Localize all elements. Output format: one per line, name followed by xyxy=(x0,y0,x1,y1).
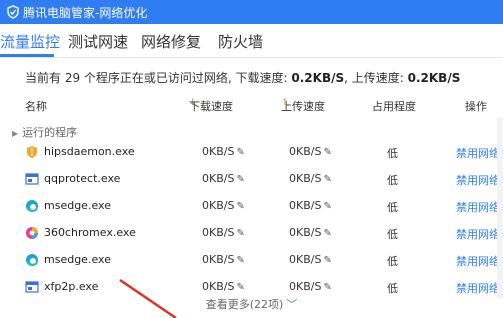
summary-mid: , 上传速度: xyxy=(344,71,408,85)
usage-level: 低 xyxy=(387,228,398,241)
upload-value: 0KB/S xyxy=(289,253,322,266)
window-icon xyxy=(25,172,39,186)
download-speed[interactable]: 0KB/S ✎ xyxy=(202,172,245,185)
table-header: 名称 ↓ 下载速度 ↑ 上传速度 占用程度 操作 xyxy=(0,98,503,114)
download-speed[interactable]: 0KB/S ✎ xyxy=(202,226,245,239)
edge-icon xyxy=(25,199,39,213)
table-row: 360chromex.exe 0KB/S ✎ 0KB/S ✎ 低 禁用网络 xyxy=(0,221,503,247)
upload-speed[interactable]: 0KB/S ✎ xyxy=(289,253,332,266)
tab-speed-test[interactable]: 测试网速 xyxy=(68,31,128,52)
title-bar: 腾讯电脑管家-网络优化 xyxy=(0,0,503,24)
disable-network-link[interactable]: 禁用网络 xyxy=(456,280,500,296)
table-row: msedge.exe 0KB/S ✎ 0KB/S ✎ 低 禁用网络 xyxy=(0,194,503,220)
edit-pencil-icon[interactable]: ✎ xyxy=(323,174,331,185)
upload-value: 0KB/S xyxy=(289,280,322,293)
tencent-shield-icon xyxy=(6,5,20,19)
edit-pencil-icon[interactable]: ✎ xyxy=(323,201,331,212)
download-value: 0KB/S xyxy=(202,199,235,212)
column-download-label: 下载速度 xyxy=(189,100,233,113)
window-icon xyxy=(25,280,39,294)
edit-pencil-icon[interactable]: ✎ xyxy=(236,174,244,185)
upload-value: 0KB/S xyxy=(289,172,322,185)
usage-level: 低 xyxy=(387,174,398,187)
group-running-programs[interactable]: ▶ 运行的程序 xyxy=(12,124,77,140)
tab-firewall[interactable]: 防火墙 xyxy=(218,31,263,52)
usage-level: 低 xyxy=(387,255,398,268)
upload-speed[interactable]: 0KB/S ✎ xyxy=(289,280,332,293)
edit-pencil-icon[interactable]: ✎ xyxy=(236,255,244,266)
process-name: qqprotect.exe xyxy=(44,172,121,185)
disable-network-link[interactable]: 禁用网络 xyxy=(456,226,500,242)
download-value: 0KB/S xyxy=(202,280,235,293)
download-speed[interactable]: 0KB/S ✎ xyxy=(202,253,245,266)
table-row: hipsdaemon.exe 0KB/S ✎ 0KB/S ✎ 低 禁用网络 xyxy=(0,140,503,166)
tab-network-repair[interactable]: 网络修复 xyxy=(141,31,201,52)
upload-speed[interactable]: 0KB/S ✎ xyxy=(289,145,332,158)
download-value: 0KB/S xyxy=(202,172,235,185)
edit-pencil-icon[interactable]: ✎ xyxy=(236,147,244,158)
edit-pencil-icon[interactable]: ✎ xyxy=(236,282,244,293)
edit-pencil-icon[interactable]: ✎ xyxy=(323,147,331,158)
column-upload-label: 上传速度 xyxy=(281,100,325,113)
usage-level: 低 xyxy=(387,282,398,295)
group-label: 运行的程序 xyxy=(22,126,78,139)
upload-speed[interactable]: 0KB/S ✎ xyxy=(289,226,332,239)
edit-pencil-icon[interactable]: ✎ xyxy=(323,282,331,293)
show-more-button[interactable]: 查看更多(22项) ﹀ xyxy=(0,296,503,318)
column-name[interactable]: 名称 xyxy=(25,98,47,114)
process-name: xfp2p.exe xyxy=(44,280,99,293)
download-speed[interactable]: 0KB/S ✎ xyxy=(202,145,245,158)
upload-value: 0KB/S xyxy=(289,145,322,158)
column-action: 操作 xyxy=(465,100,487,113)
shield-icon xyxy=(25,145,39,159)
tab-traffic-monitor[interactable]: 流量监控 xyxy=(0,31,60,52)
show-more-label: 查看更多(22项) xyxy=(205,298,284,311)
upload-speed[interactable]: 0KB/S ✎ xyxy=(289,172,332,185)
traffic-summary: 当前有 29 个程序正在或已访问过网络, 下载速度: 0.2KB/S, 上传速度… xyxy=(25,69,460,86)
edit-pencil-icon[interactable]: ✎ xyxy=(323,255,331,266)
edge-icon xyxy=(25,253,39,267)
download-speed[interactable]: 0KB/S ✎ xyxy=(202,199,245,212)
process-name: msedge.exe xyxy=(44,199,111,212)
edit-pencil-icon[interactable]: ✎ xyxy=(236,228,244,239)
summary-prefix: 当前有 29 个程序正在或已访问过网络, 下载速度: xyxy=(25,71,292,85)
process-name: hipsdaemon.exe xyxy=(44,145,135,158)
disable-network-link[interactable]: 禁用网络 xyxy=(456,253,500,269)
chevron-down-icon: ﹀ xyxy=(286,298,298,311)
browser-360-icon xyxy=(25,226,39,240)
summary-upload-speed: 0.2KB/S xyxy=(407,71,461,85)
disable-network-link[interactable]: 禁用网络 xyxy=(456,199,500,215)
edit-pencil-icon[interactable]: ✎ xyxy=(236,201,244,212)
expand-caret-icon: ▶ xyxy=(12,129,19,138)
summary-download-speed: 0.2KB/S xyxy=(291,71,345,85)
download-speed[interactable]: 0KB/S ✎ xyxy=(202,280,245,293)
edit-pencil-icon[interactable]: ✎ xyxy=(323,228,331,239)
usage-level: 低 xyxy=(387,147,398,160)
upload-value: 0KB/S xyxy=(289,226,322,239)
column-usage[interactable]: 占用程度 xyxy=(372,98,416,114)
table-row: qqprotect.exe 0KB/S ✎ 0KB/S ✎ 低 禁用网络 xyxy=(0,167,503,193)
upload-value: 0KB/S xyxy=(289,199,322,212)
window-title: 腾讯电脑管家-网络优化 xyxy=(23,5,148,20)
active-tab-indicator xyxy=(0,54,54,57)
scrollbar[interactable] xyxy=(497,118,503,298)
process-name: 360chromex.exe xyxy=(44,226,136,239)
disable-network-link[interactable]: 禁用网络 xyxy=(456,145,500,161)
download-value: 0KB/S xyxy=(202,226,235,239)
process-name: msedge.exe xyxy=(44,253,111,266)
download-value: 0KB/S xyxy=(202,145,235,158)
tab-bar: 流量监控 测试网速 网络修复 防火墙 xyxy=(0,24,503,58)
upload-speed[interactable]: 0KB/S ✎ xyxy=(289,199,332,212)
usage-level: 低 xyxy=(387,201,398,214)
table-row: msedge.exe 0KB/S ✎ 0KB/S ✎ 低 禁用网络 xyxy=(0,248,503,274)
disable-network-link[interactable]: 禁用网络 xyxy=(456,172,500,188)
download-value: 0KB/S xyxy=(202,253,235,266)
